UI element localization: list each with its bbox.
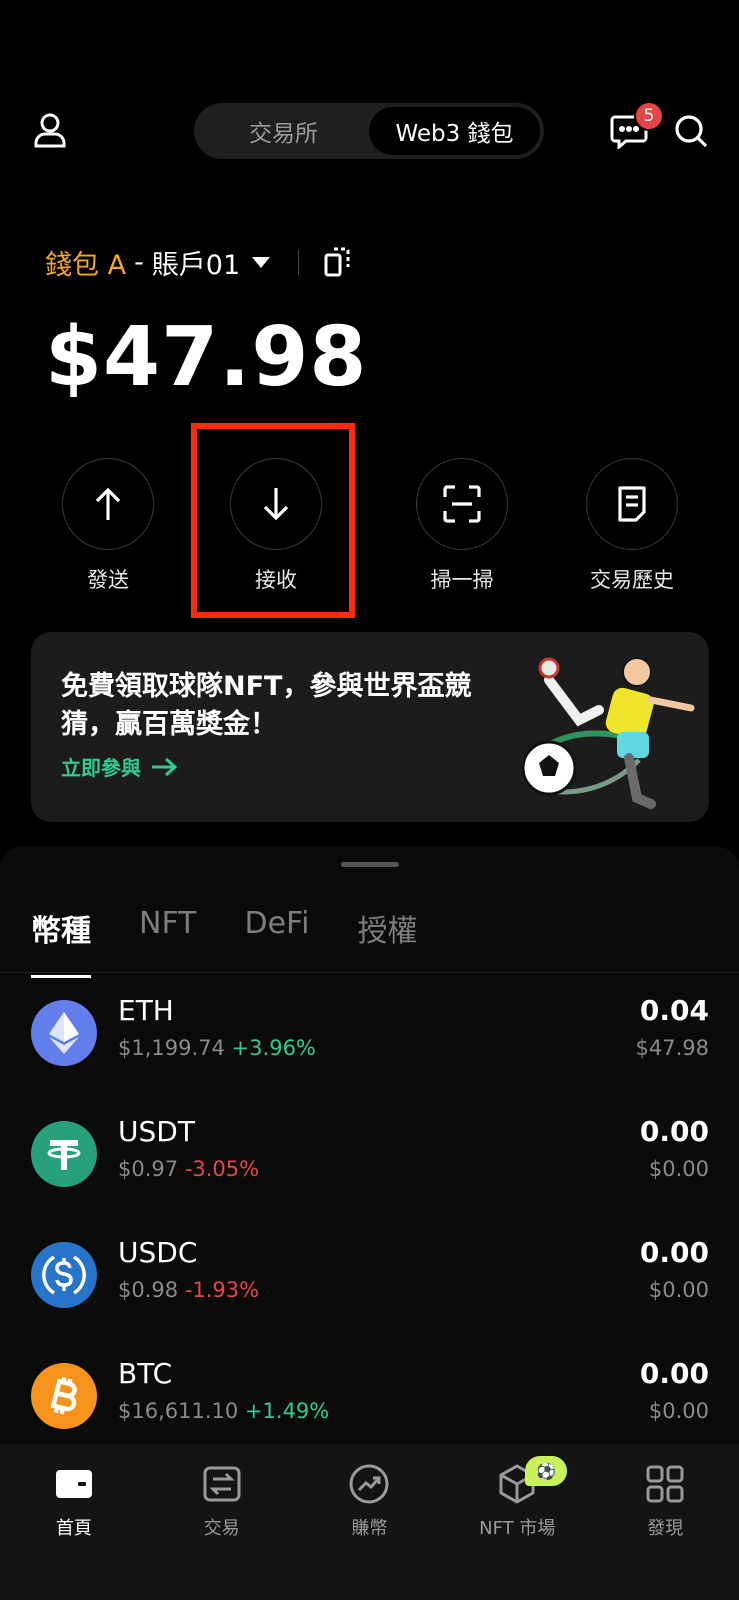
history-label: 交易歷史 <box>590 568 674 592</box>
tab-coins[interactable]: 幣種 <box>31 906 91 978</box>
top-bar: 交易所 Web3 錢包 5 <box>0 100 739 160</box>
promo-banner[interactable]: 免費領取球隊NFT，參與世界盃競猜，贏百萬獎金！ 立即參與 <box>31 632 709 822</box>
history-button[interactable] <box>586 458 678 550</box>
nav-home[interactable]: 首頁 <box>0 1444 148 1600</box>
nav-trade[interactable]: 交易 <box>148 1444 296 1600</box>
token-price-line: $1,199.74 +3.96% <box>118 1036 316 1060</box>
wallet-name: 錢包 A <box>45 249 127 281</box>
eth-icon <box>31 1000 97 1066</box>
nav-discover-label: 發現 <box>647 1518 684 1539</box>
banner-title: 免費領取球隊NFT，參與世界盃競猜，贏百萬獎金！ <box>61 671 472 740</box>
assets-sheet: 幣種 NFT DeFi 授權 ETH $1,199.74 +3.96% 0.04… <box>0 846 739 1446</box>
copy-address-button[interactable] <box>321 244 353 280</box>
earn-chart-icon <box>347 1462 391 1506</box>
token-amount: 0.00 <box>639 1115 709 1148</box>
token-price: $1,199.74 <box>118 1036 225 1060</box>
nav-home-label: 首頁 <box>55 1518 92 1539</box>
token-value: $0.00 <box>648 1399 709 1423</box>
document-icon <box>618 486 646 522</box>
tab-approvals[interactable]: 授權 <box>357 906 417 978</box>
usdt-icon <box>31 1121 97 1187</box>
token-value: $47.98 <box>635 1036 709 1060</box>
soccer-ball-badge-icon: ⚽ <box>525 1456 568 1486</box>
copy-icon <box>324 247 350 277</box>
grid-icon <box>643 1462 687 1506</box>
send-label: 發送 <box>87 568 129 592</box>
tabs-divider <box>0 972 739 973</box>
wallet-separator: - <box>134 246 144 278</box>
nav-discover[interactable]: 發現 <box>591 1444 739 1600</box>
token-price: $0.97 <box>118 1157 179 1181</box>
send-action[interactable]: 發送 <box>43 458 173 594</box>
token-row-eth[interactable]: ETH $1,199.74 +3.96% 0.04 $47.98 <box>0 992 739 1092</box>
token-change: -1.93% <box>184 1278 260 1302</box>
wallet-home-icon <box>52 1462 96 1506</box>
search-icon <box>675 115 708 148</box>
sheet-drag-handle[interactable] <box>341 862 399 867</box>
token-symbol: BTC <box>118 1357 173 1390</box>
tab-web3-wallet[interactable]: Web3 錢包 <box>369 107 540 155</box>
scan-button[interactable] <box>416 458 508 550</box>
profile-button[interactable] <box>28 108 72 152</box>
banner-cta-link[interactable]: 立即參與 <box>61 752 179 781</box>
token-change: +3.96% <box>231 1036 316 1060</box>
arrow-right-icon <box>152 757 178 776</box>
nav-nft-market[interactable]: ⚽ NFT 市場 <box>443 1444 591 1600</box>
nav-earn[interactable]: 賺幣 <box>296 1444 444 1600</box>
token-symbol: USDC <box>118 1236 198 1269</box>
token-row-usdc[interactable]: USDC $0.98 -1.93% 0.00 $0.00 <box>0 1234 739 1334</box>
tab-defi[interactable]: DeFi <box>245 906 310 978</box>
nav-trade-label: 交易 <box>203 1518 240 1539</box>
mode-switcher: 交易所 Web3 錢包 <box>194 103 544 159</box>
token-row-usdt[interactable]: USDT $0.97 -3.05% 0.00 $0.00 <box>0 1113 739 1213</box>
usdc-icon <box>31 1242 97 1308</box>
token-symbol: USDT <box>118 1115 195 1148</box>
token-price: $0.98 <box>118 1278 179 1302</box>
divider <box>298 249 300 275</box>
soccer-player-illustration <box>521 657 695 809</box>
scan-label: 掃一掃 <box>430 568 494 592</box>
send-button[interactable] <box>62 458 154 550</box>
banner-cta-label: 立即參與 <box>61 756 141 780</box>
token-change: +1.49% <box>244 1399 330 1423</box>
scan-action[interactable]: 掃一掃 <box>397 458 527 594</box>
caret-down-icon <box>252 256 271 268</box>
total-balance: $47.98 <box>45 310 368 405</box>
tab-exchange[interactable]: 交易所 <box>198 107 369 155</box>
token-price-line: $0.97 -3.05% <box>118 1157 259 1181</box>
btc-icon <box>31 1363 97 1429</box>
token-price-line: $16,611.10 +1.49% <box>118 1399 329 1423</box>
account-name: 賬戶01 <box>151 249 241 281</box>
token-price-line: $0.98 -1.93% <box>118 1278 259 1302</box>
highlight-annotation-box <box>191 423 355 618</box>
token-value: $0.00 <box>648 1157 709 1181</box>
bottom-navigation: 首頁 交易 賺幣 ⚽ NFT 市場 發現 <box>0 1444 739 1600</box>
search-button[interactable] <box>668 108 714 154</box>
token-symbol: ETH <box>118 994 174 1027</box>
user-icon <box>34 113 66 148</box>
tab-nft[interactable]: NFT <box>139 906 197 978</box>
nav-nft-market-label: NFT 市場 <box>479 1518 556 1539</box>
token-price: $16,611.10 <box>118 1399 239 1423</box>
token-row-btc[interactable]: BTC $16,611.10 +1.49% 0.00 $0.00 <box>0 1355 739 1455</box>
notification-badge: 5 <box>634 101 664 131</box>
token-value: $0.00 <box>648 1278 709 1302</box>
wallet-selector[interactable]: 錢包 A - 賬戶01 <box>45 238 353 286</box>
arrow-up-icon <box>95 487 121 520</box>
trade-icon <box>200 1462 244 1506</box>
token-change: -3.05% <box>184 1157 260 1181</box>
nav-earn-label: 賺幣 <box>351 1518 388 1539</box>
token-amount: 0.00 <box>639 1357 709 1390</box>
scan-icon <box>443 485 481 523</box>
asset-tabs: 幣種 NFT DeFi 授權 <box>31 906 465 978</box>
token-amount: 0.04 <box>639 994 709 1027</box>
token-amount: 0.00 <box>639 1236 709 1269</box>
history-action[interactable]: 交易歷史 <box>567 458 697 594</box>
